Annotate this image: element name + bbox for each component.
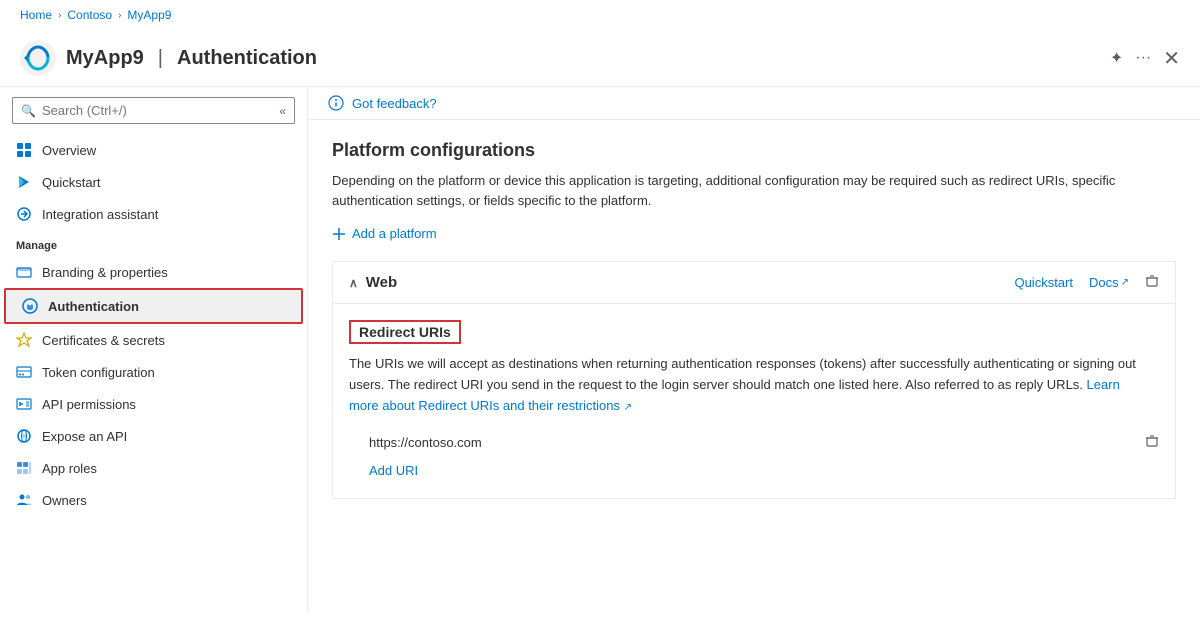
feedback-bar: Got feedback? — [308, 87, 1200, 120]
search-input[interactable] — [42, 103, 273, 118]
web-card-header: ∧ Web Quickstart Docs ↗ — [333, 262, 1175, 304]
sidebar-item-authentication[interactable]: Authentication — [6, 290, 301, 322]
feedback-label[interactable]: Got feedback? — [352, 96, 437, 111]
sidebar-item-api[interactable]: API permissions — [0, 388, 307, 420]
sidebar-item-owners-label: Owners — [42, 493, 87, 508]
sidebar-item-approles-label: App roles — [42, 461, 97, 476]
branding-icon — [16, 264, 32, 280]
overview-icon — [16, 142, 32, 158]
breadcrumb-sep-2: › — [118, 10, 121, 21]
title-separator: | — [158, 47, 163, 70]
sidebar-item-owners[interactable]: Owners — [0, 484, 307, 516]
web-delete-button[interactable] — [1145, 274, 1159, 291]
expose-icon — [16, 428, 32, 444]
sidebar-item-branding-label: Branding & properties — [42, 265, 168, 280]
collapse-button[interactable]: « — [279, 104, 286, 118]
uri-value: https://contoso.com — [369, 435, 1133, 450]
add-platform-label: Add a platform — [352, 226, 437, 241]
search-icon: 🔍 — [21, 104, 36, 118]
header-actions: ✦ ··· ✕ — [1110, 46, 1180, 71]
sidebar-item-token[interactable]: Token configuration — [0, 356, 307, 388]
search-box-container: 🔍 « — [12, 97, 295, 124]
docs-label: Docs — [1089, 275, 1119, 290]
sidebar-item-authentication-label: Authentication — [48, 299, 139, 314]
chevron-up-icon[interactable]: ∧ — [349, 276, 358, 290]
web-quickstart-link[interactable]: Quickstart — [1014, 275, 1073, 290]
sidebar-item-expose[interactable]: Expose an API — [0, 420, 307, 452]
approles-icon — [16, 460, 32, 476]
auth-icon — [22, 298, 38, 314]
header-left: MyApp9 | Authentication — [20, 40, 317, 76]
owners-icon — [16, 492, 32, 508]
quickstart-icon — [16, 174, 32, 190]
redirect-desc: The URIs we will accept as destinations … — [349, 354, 1149, 416]
close-icon[interactable]: ✕ — [1163, 46, 1180, 71]
feedback-icon — [328, 95, 344, 111]
web-docs-link[interactable]: Docs ↗ — [1089, 275, 1129, 290]
plus-icon — [332, 227, 346, 241]
external-link-icon: ↗ — [1121, 277, 1129, 288]
platform-configs-title: Platform configurations — [332, 140, 1176, 161]
web-card: ∧ Web Quickstart Docs ↗ — [332, 261, 1176, 499]
add-platform-button[interactable]: Add a platform — [332, 226, 437, 241]
pin-icon[interactable]: ✦ — [1110, 48, 1123, 68]
sidebar-item-approles[interactable]: App roles — [0, 452, 307, 484]
sidebar-item-branding[interactable]: Branding & properties — [0, 256, 307, 288]
breadcrumb-home[interactable]: Home — [20, 8, 52, 22]
sidebar-item-overview-label: Overview — [42, 143, 96, 158]
auth-nav-wrapper: Authentication — [4, 288, 303, 324]
web-card-title: ∧ Web — [349, 274, 397, 291]
breadcrumb: Home › Contoso › MyApp9 — [0, 0, 1200, 30]
sidebar-item-expose-label: Expose an API — [42, 429, 127, 444]
sidebar-item-overview[interactable]: Overview — [0, 134, 307, 166]
sidebar-item-certificates[interactable]: Certificates & secrets — [0, 324, 307, 356]
sidebar-item-quickstart-label: Quickstart — [42, 175, 101, 190]
web-card-body: Redirect URIs The URIs we will accept as… — [333, 304, 1175, 498]
content-body: Platform configurations Depending on the… — [308, 120, 1200, 519]
sidebar: 🔍 « Overview Quickstart Integration assi… — [0, 87, 308, 612]
learn-more-external-icon: ↗ — [624, 402, 632, 413]
sidebar-item-certificates-label: Certificates & secrets — [42, 333, 165, 348]
main-layout: 🔍 « Overview Quickstart Integration assi… — [0, 87, 1200, 612]
page-title: Authentication — [177, 47, 317, 70]
api-icon — [16, 396, 32, 412]
breadcrumb-contoso[interactable]: Contoso — [67, 8, 112, 22]
web-title-label: Web — [366, 274, 397, 291]
sidebar-item-api-label: API permissions — [42, 397, 136, 412]
uri-delete-button[interactable] — [1145, 434, 1159, 451]
sidebar-item-integration[interactable]: Integration assistant — [0, 198, 307, 230]
platform-configs-desc: Depending on the platform or device this… — [332, 171, 1152, 210]
uri-row: https://contoso.com — [349, 430, 1159, 455]
header-bar: MyApp9 | Authentication ✦ ··· ✕ — [0, 30, 1200, 87]
ellipsis-icon[interactable]: ··· — [1135, 49, 1151, 67]
app-icon — [20, 40, 56, 76]
breadcrumb-sep-1: › — [58, 10, 61, 21]
sidebar-item-quickstart[interactable]: Quickstart — [0, 166, 307, 198]
add-uri-label: Add URI — [369, 463, 418, 478]
add-uri-button[interactable]: Add URI — [349, 459, 418, 482]
redirect-uris-title: Redirect URIs — [349, 320, 461, 344]
manage-section-header: Manage — [0, 230, 307, 256]
app-name: MyApp9 — [66, 47, 144, 70]
breadcrumb-myapp9[interactable]: MyApp9 — [127, 8, 171, 22]
sidebar-item-integration-label: Integration assistant — [42, 207, 158, 222]
content-area: Got feedback? Platform configurations De… — [308, 87, 1200, 612]
integration-icon — [16, 206, 32, 222]
cert-icon — [16, 332, 32, 348]
web-card-actions: Quickstart Docs ↗ — [1014, 274, 1159, 291]
sidebar-item-token-label: Token configuration — [42, 365, 155, 380]
token-icon — [16, 364, 32, 380]
